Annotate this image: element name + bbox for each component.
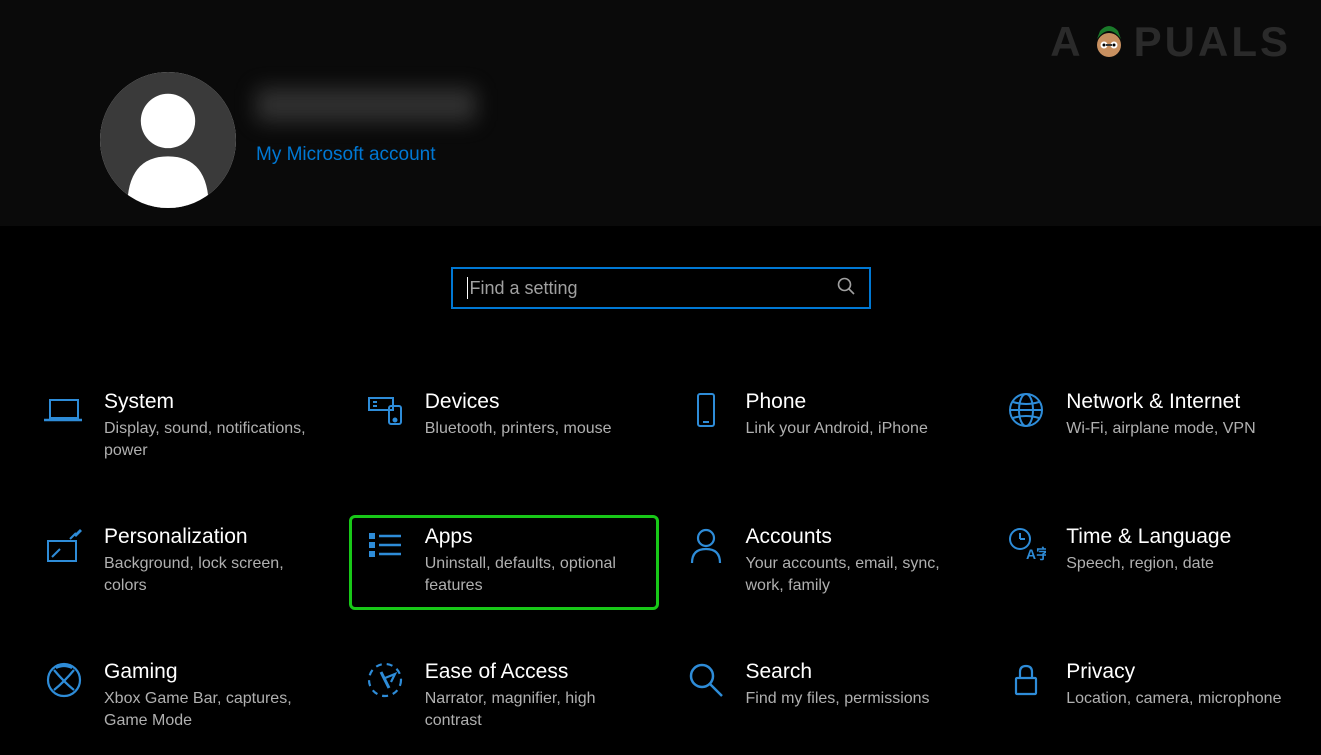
tile-apps[interactable]: Apps Uninstall, defaults, optional featu… (349, 515, 659, 610)
tile-title: Time & Language (1066, 525, 1284, 549)
tile-title: Apps (425, 525, 643, 549)
tile-title: Devices (425, 390, 643, 414)
magnifier-icon (686, 660, 726, 700)
search-box[interactable] (451, 267, 871, 309)
tile-devices[interactable]: Devices Bluetooth, printers, mouse (349, 380, 659, 475)
devices-icon (365, 390, 405, 430)
tile-title: Gaming (104, 660, 322, 684)
tile-search[interactable]: Search Find my files, permissions (670, 650, 980, 745)
search-container (451, 267, 871, 309)
svg-text:A字: A字 (1026, 546, 1046, 562)
tile-desc: Uninstall, defaults, optional features (425, 553, 643, 596)
person-icon (100, 72, 236, 208)
tile-desc: Xbox Game Bar, captures, Game Mode (104, 688, 322, 731)
text-cursor (467, 277, 468, 299)
tile-gaming[interactable]: Gaming Xbox Game Bar, captures, Game Mod… (28, 650, 338, 745)
user-info: My Microsoft account (256, 72, 476, 166)
watermark-logo: A PUALS (1050, 18, 1291, 66)
tile-desc: Your accounts, email, sync, work, family (746, 553, 964, 596)
tile-desc: Display, sound, notifications, power (104, 418, 322, 461)
tile-title: Personalization (104, 525, 322, 549)
tile-desc: Speech, region, date (1066, 553, 1284, 575)
tile-desc: Bluetooth, printers, mouse (425, 418, 643, 440)
paintbrush-icon (44, 525, 84, 565)
user-section: My Microsoft account (100, 72, 476, 208)
tile-desc: Wi-Fi, airplane mode, VPN (1066, 418, 1284, 440)
user-name-redacted (256, 88, 476, 122)
tile-desc: Link your Android, iPhone (746, 418, 964, 440)
clock-language-icon: A字 (1006, 525, 1046, 565)
accessibility-icon (365, 660, 405, 700)
tile-system[interactable]: System Display, sound, notifications, po… (28, 380, 338, 475)
tile-title: Search (746, 660, 964, 684)
phone-icon (686, 390, 726, 430)
microsoft-account-link[interactable]: My Microsoft account (256, 144, 476, 166)
watermark-suffix: PUALS (1134, 18, 1291, 66)
tile-personalization[interactable]: Personalization Background, lock screen,… (28, 515, 338, 610)
globe-icon (1006, 390, 1046, 430)
list-icon (365, 525, 405, 565)
tile-title: Privacy (1066, 660, 1284, 684)
tile-privacy[interactable]: Privacy Location, camera, microphone (990, 650, 1300, 745)
tile-title: Network & Internet (1066, 390, 1284, 414)
tile-title: System (104, 390, 322, 414)
lock-icon (1006, 660, 1046, 700)
tile-time-language[interactable]: A字 Time & Language Speech, region, date (990, 515, 1300, 610)
watermark-prefix: A (1050, 18, 1083, 66)
search-input[interactable] (470, 278, 837, 299)
tile-desc: Location, camera, microphone (1066, 688, 1284, 710)
settings-grid: System Display, sound, notifications, po… (28, 380, 1311, 746)
tile-desc: Find my files, permissions (746, 688, 964, 710)
tile-phone[interactable]: Phone Link your Android, iPhone (670, 380, 980, 475)
tile-ease-of-access[interactable]: Ease of Access Narrator, magnifier, high… (349, 650, 659, 745)
tile-accounts[interactable]: Accounts Your accounts, email, sync, wor… (670, 515, 980, 610)
tile-desc: Background, lock screen, colors (104, 553, 322, 596)
person-icon (686, 525, 726, 565)
avatar[interactable] (100, 72, 236, 208)
search-icon (837, 277, 855, 300)
mascot-icon (1086, 19, 1132, 65)
header-band: A PUALS My Microsoft account (0, 0, 1321, 226)
tile-desc: Narrator, magnifier, high contrast (425, 688, 643, 731)
laptop-icon (44, 390, 84, 430)
tile-title: Accounts (746, 525, 964, 549)
xbox-icon (44, 660, 84, 700)
tile-title: Ease of Access (425, 660, 643, 684)
tile-title: Phone (746, 390, 964, 414)
tile-network[interactable]: Network & Internet Wi-Fi, airplane mode,… (990, 380, 1300, 475)
